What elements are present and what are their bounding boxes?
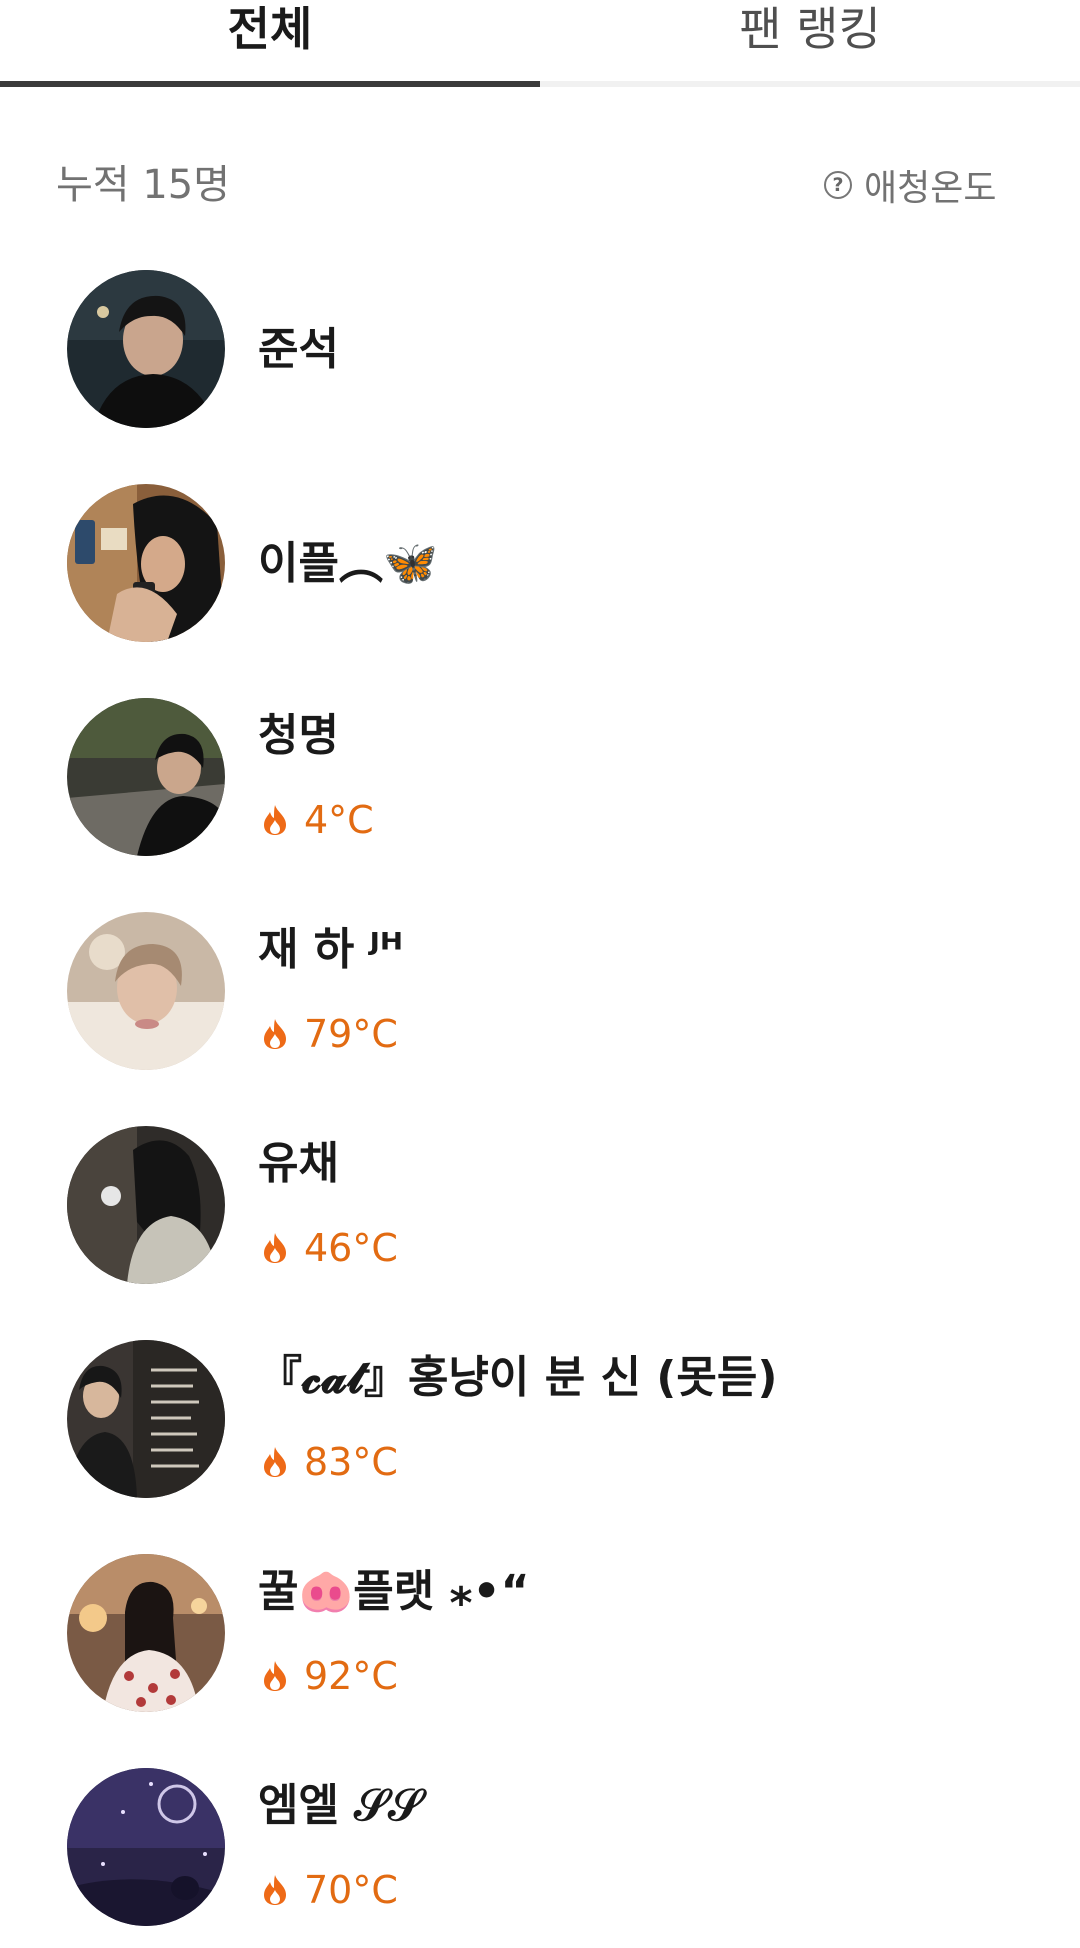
temperature: 70°C (262, 1865, 398, 1915)
fan-name: 준석 (258, 324, 339, 375)
fan-name: 재 하 ᴶᴴ (258, 924, 404, 975)
fan-name: 청명 (258, 710, 339, 761)
list-item[interactable]: 준석 (0, 250, 1080, 450)
list-item[interactable]: 재 하 ᴶᴴ 79°C (0, 892, 1080, 1092)
temperature: 92°C (262, 1651, 398, 1701)
avatar (67, 1126, 225, 1284)
list-item[interactable]: 이플︵🦋 (0, 464, 1080, 664)
list-item[interactable]: 엠엘 𝒮𝒮 70°C (0, 1748, 1080, 1948)
flame-icon (264, 1019, 286, 1049)
avatar (67, 1768, 225, 1926)
temperature-value: 92°C (304, 1654, 398, 1698)
avatar (67, 912, 225, 1070)
fan-name: 엠엘 𝒮𝒮 (258, 1780, 423, 1831)
temperature: 46°C (262, 1223, 398, 1273)
flame-icon (264, 1661, 286, 1691)
flame-icon (264, 1233, 286, 1263)
avatar (67, 698, 225, 856)
temperature-value: 4°C (304, 798, 374, 842)
avatar (67, 1554, 225, 1712)
avatar (67, 270, 225, 428)
temperature: 79°C (262, 1009, 398, 1059)
list-item[interactable]: 청명 4°C (0, 678, 1080, 878)
flame-icon (264, 1875, 286, 1905)
temperature-value: 70°C (304, 1868, 398, 1912)
fan-name: 유채 (258, 1138, 339, 1189)
flame-icon (264, 1447, 286, 1477)
fan-name: 『𝓬𝓪𝓽』홍냥이 분 신 (못듣) (258, 1352, 778, 1403)
avatar (67, 484, 225, 642)
list-item[interactable]: 유채 46°C (0, 1106, 1080, 1306)
fan-name: 이플︵🦋 (258, 538, 438, 589)
temperature: 4°C (262, 795, 374, 845)
fan-name: 꿀🐽플랫 ⁎•“ (258, 1566, 530, 1617)
list-item[interactable]: 꿀🐽플랫 ⁎•“ 92°C (0, 1534, 1080, 1734)
flame-icon (264, 805, 286, 835)
list-item[interactable]: 『𝓬𝓪𝓽』홍냥이 분 신 (못듣) 83°C (0, 1320, 1080, 1520)
temperature: 83°C (262, 1437, 398, 1487)
avatar (67, 1340, 225, 1498)
fan-list: 준석 이플︵🦋 청명 4°C 재 하 ᴶᴴ 79°C 유채 46°C 『𝓬𝓪𝓽』… (0, 0, 1080, 1926)
temperature-value: 79°C (304, 1012, 398, 1056)
temperature-value: 46°C (304, 1226, 398, 1270)
temperature-value: 83°C (304, 1440, 398, 1484)
